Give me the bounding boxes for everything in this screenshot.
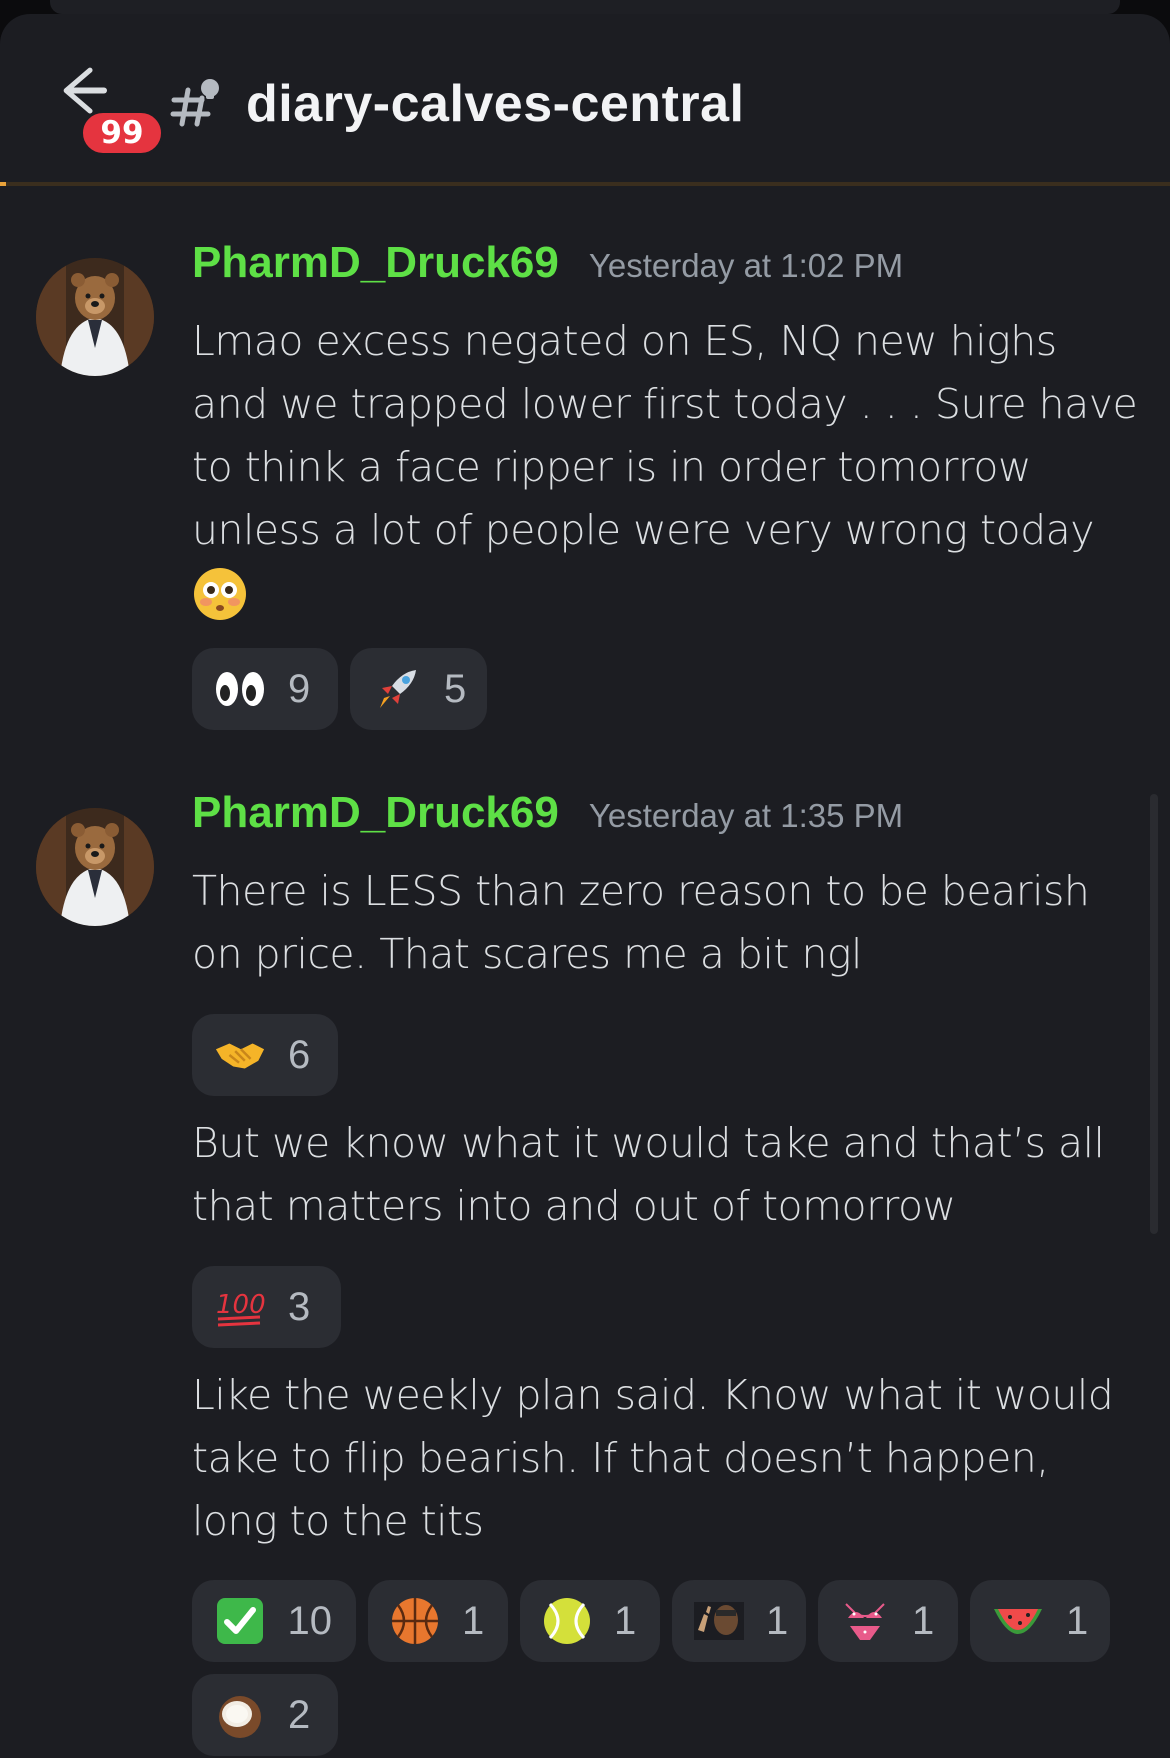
message-content: Lmao excess negated on ES, NQ new highs … — [192, 310, 1142, 562]
channel-name[interactable]: diary-calves-central — [246, 72, 745, 136]
message-line: long to the tits — [192, 1497, 484, 1545]
reaction-handshake[interactable]: 6 — [192, 1014, 338, 1096]
reaction-count: 1 — [766, 1598, 789, 1643]
unread-count-badge: 99 — [80, 110, 164, 156]
reaction-bar: 9 5 — [192, 648, 1152, 730]
chat-screen: 99 diary-calves-central PharmD_Druck69 Y… — [0, 14, 1170, 1758]
reaction-bar: 10 1 1 1 1 1 2 — [192, 1580, 1152, 1756]
reaction-basketball[interactable]: 1 — [368, 1580, 508, 1662]
reaction-tennis[interactable]: 1 — [520, 1580, 660, 1662]
reaction-eyes[interactable]: 9 — [192, 648, 338, 730]
reaction-custom-face[interactable]: 1 — [672, 1580, 806, 1662]
reaction-count: 3 — [288, 1284, 311, 1329]
message-line: unless a lot of people were very wrong t… — [192, 506, 1095, 554]
reaction-count: 10 — [287, 1598, 333, 1643]
message-header: PharmD_Druck69 Yesterday at 1:35 PM — [192, 788, 903, 838]
custom-face-icon — [694, 1595, 744, 1647]
check-mark-icon — [214, 1595, 266, 1647]
reaction-bar: 100 3 — [192, 1266, 1152, 1348]
avatar[interactable] — [36, 808, 154, 926]
message-content: Like the weekly plan said. Know what it … — [192, 1364, 1142, 1553]
reaction-coconut[interactable]: 2 — [192, 1674, 338, 1756]
reaction-count: 9 — [288, 666, 311, 711]
message-line: There is LESS than zero reason to be bea… — [192, 867, 1090, 915]
hundred-points-icon: 100 — [214, 1281, 266, 1333]
message-line: to think a face ripper is in order tomor… — [192, 443, 1032, 491]
reaction-count: 5 — [444, 666, 467, 711]
reaction-bikini[interactable]: 1 — [818, 1580, 958, 1662]
reaction-check-mark[interactable]: 10 — [192, 1580, 356, 1662]
header-divider — [0, 182, 1170, 186]
reaction-count: 1 — [912, 1598, 935, 1643]
reaction-hundred[interactable]: 100 3 — [192, 1266, 341, 1348]
message-line: Lmao excess negated on ES, NQ new highs — [192, 317, 1057, 365]
rocket-icon — [372, 663, 422, 715]
message-line: on price. That scares me a bit ngl — [192, 930, 862, 978]
reaction-count: 6 — [288, 1032, 311, 1077]
reaction-count: 2 — [288, 1692, 311, 1737]
reaction-bar: 6 — [192, 1014, 1152, 1096]
text-channel-icon — [168, 76, 224, 132]
watermelon-icon — [992, 1595, 1044, 1647]
status-notch — [50, 0, 1120, 14]
message-content: But we know what it would take and that’… — [192, 1112, 1142, 1238]
handshake-icon — [214, 1029, 266, 1081]
author-name[interactable]: PharmD_Druck69 — [192, 238, 559, 288]
reaction-count: 1 — [1066, 1598, 1089, 1643]
message-line: and we trapped lower first today . . . S… — [192, 380, 1138, 428]
timestamp: Yesterday at 1:02 PM — [588, 247, 904, 284]
reaction-count: 1 — [614, 1598, 637, 1643]
reaction-count: 1 — [462, 1598, 485, 1643]
basketball-icon — [390, 1595, 440, 1647]
message-line: take to flip bearish. If that doesn’t ha… — [192, 1434, 1049, 1482]
message-line: But we know what it would take and that’… — [192, 1119, 1105, 1167]
svg-text:100: 100 — [216, 1290, 266, 1320]
reaction-watermelon[interactable]: 1 — [970, 1580, 1110, 1662]
message-line: Like the weekly plan said. Know what it … — [192, 1371, 1114, 1419]
message-line: that matters into and out of tomorrow — [192, 1182, 956, 1230]
flushed-face-emoji-icon — [192, 566, 248, 622]
unread-indicator — [0, 182, 6, 186]
bikini-icon — [840, 1595, 890, 1647]
tennis-ball-icon — [542, 1595, 592, 1647]
eyes-icon — [214, 663, 266, 715]
message-header: PharmD_Druck69 Yesterday at 1:02 PM — [192, 238, 903, 288]
timestamp: Yesterday at 1:35 PM — [588, 797, 904, 834]
reaction-rocket[interactable]: 5 — [350, 648, 487, 730]
message-content: There is LESS than zero reason to be bea… — [192, 860, 1142, 986]
avatar[interactable] — [36, 258, 154, 376]
channel-header: 99 diary-calves-central — [0, 14, 1170, 186]
coconut-icon — [214, 1689, 266, 1741]
author-name[interactable]: PharmD_Druck69 — [192, 788, 559, 838]
